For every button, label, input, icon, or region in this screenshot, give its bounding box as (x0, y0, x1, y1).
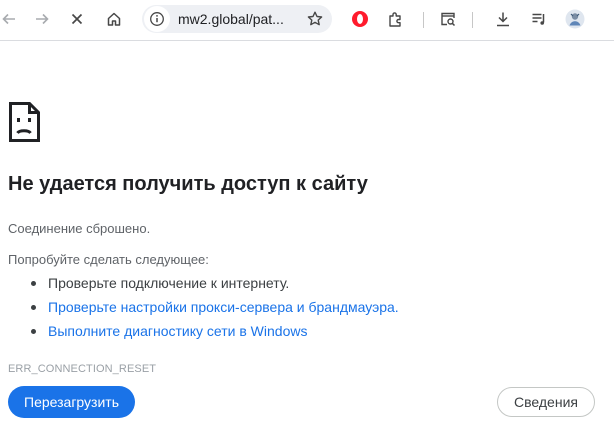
suggestion-network-diagnostics-link[interactable]: Выполните диагностику сети в Windows (8, 319, 399, 343)
forward-icon[interactable] (27, 4, 57, 34)
suggestion-check-proxy-link[interactable]: Проверьте настройки прокси-сервера и бра… (8, 295, 399, 319)
error-title: Не удается получить доступ к сайту (8, 173, 368, 195)
home-icon[interactable] (99, 4, 129, 34)
address-bar[interactable]: mw2.global/pat... (142, 5, 332, 33)
browser-toolbar: mw2.global/pat... (0, 0, 614, 41)
url-text[interactable]: mw2.global/pat... (178, 5, 298, 33)
stop-icon[interactable] (62, 4, 92, 34)
site-info-icon[interactable] (144, 6, 170, 32)
bookmark-star-icon[interactable] (302, 6, 328, 32)
media-control-icon[interactable] (524, 4, 554, 34)
tab-search-icon[interactable] (433, 4, 463, 34)
error-status-text: Соединение сброшено. (8, 221, 151, 236)
sad-page-icon (9, 102, 41, 147)
downloads-icon[interactable] (488, 4, 518, 34)
error-code: ERR_CONNECTION_RESET (8, 363, 157, 375)
details-button[interactable]: Сведения (497, 387, 595, 417)
toolbar-divider (423, 12, 424, 28)
opera-icon[interactable] (345, 4, 375, 34)
profile-avatar-icon[interactable] (560, 4, 590, 34)
suggestions-list: Проверьте подключение к интернету. Прове… (8, 271, 399, 343)
toolbar-divider (472, 12, 473, 28)
error-page: Не удается получить доступ к сайту Соеди… (0, 41, 614, 428)
reload-button[interactable]: Перезагрузить (8, 386, 135, 418)
suggestion-check-connection: Проверьте подключение к интернету. (8, 271, 399, 295)
extensions-icon[interactable] (381, 4, 411, 34)
try-label: Попробуйте сделать следующее: (8, 252, 209, 267)
back-icon[interactable] (0, 4, 24, 34)
